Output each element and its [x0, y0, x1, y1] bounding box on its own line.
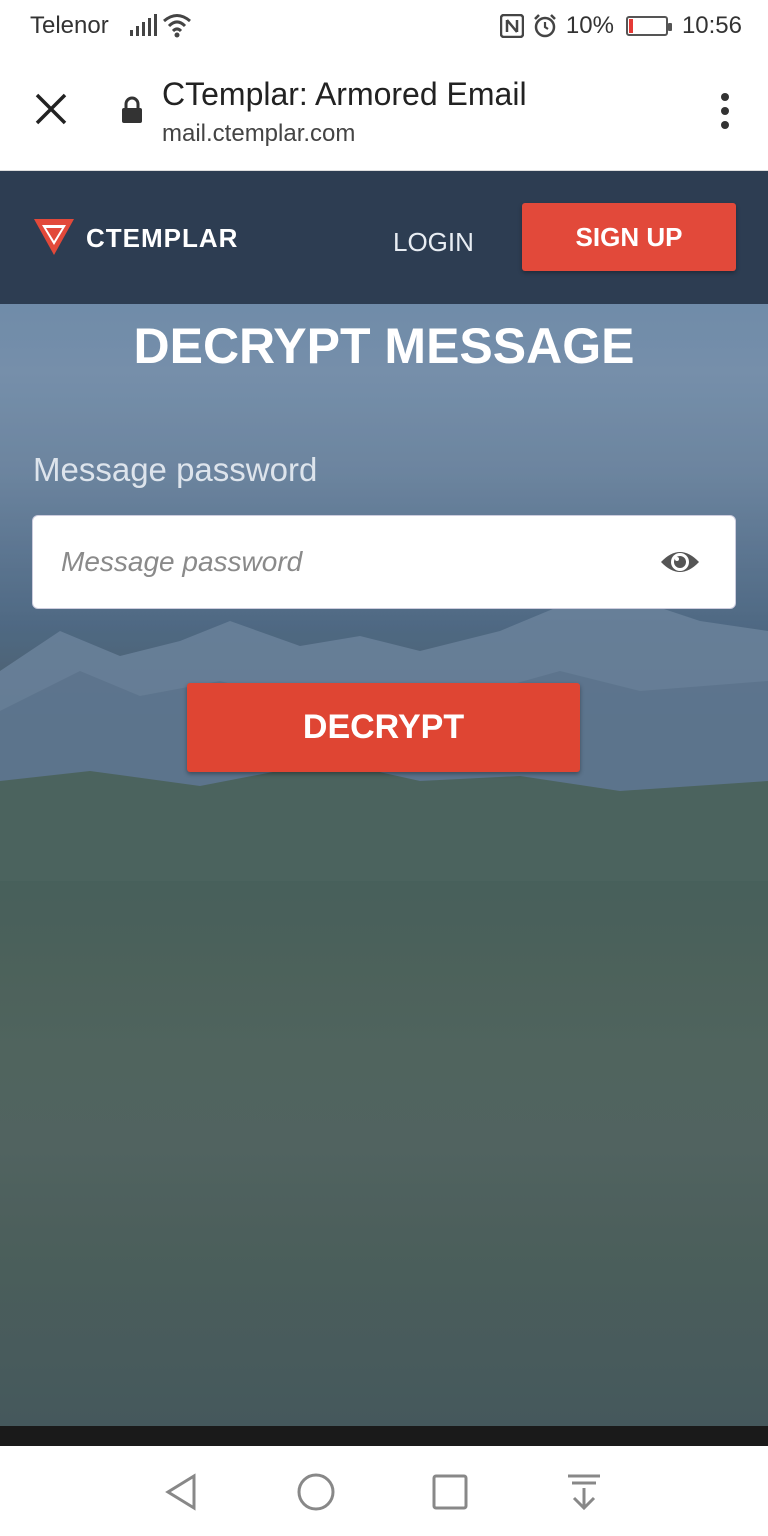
web-page: CTEMPLAR LOGIN SIGN UP DECRYPT MESSAGE M… — [0, 171, 768, 1426]
notification-pull-icon[interactable] — [562, 1470, 606, 1514]
ctemplar-logo-icon[interactable] — [32, 215, 76, 259]
more-vert-icon[interactable] — [720, 92, 730, 130]
browser-toolbar: CTemplar: Armored Email mail.ctemplar.co… — [0, 54, 768, 171]
home-icon[interactable] — [294, 1470, 338, 1514]
login-link[interactable]: LOGIN — [393, 227, 474, 258]
show-password-icon[interactable] — [659, 546, 701, 578]
brand-name[interactable]: CTEMPLAR — [86, 223, 238, 254]
recents-icon[interactable] — [428, 1470, 472, 1514]
password-input[interactable] — [33, 516, 643, 608]
decrypt-button[interactable]: DECRYPT — [187, 683, 580, 772]
signup-button[interactable]: SIGN UP — [522, 203, 736, 271]
password-field[interactable] — [32, 515, 736, 609]
page-heading: DECRYPT MESSAGE — [133, 318, 635, 374]
status-bar: Telenor 10% 10:56 — [0, 0, 768, 54]
alarm-icon — [534, 14, 556, 38]
url-text[interactable]: mail.ctemplar.com — [162, 120, 355, 148]
back-icon[interactable] — [160, 1470, 204, 1514]
system-nav-bar — [0, 1446, 768, 1536]
site-navbar: CTEMPLAR LOGIN SIGN UP — [0, 171, 768, 304]
close-icon[interactable] — [34, 92, 68, 126]
password-label: Message password — [33, 451, 318, 488]
page-title[interactable]: CTemplar: Armored Email — [162, 76, 527, 113]
clock: 10:56 — [681, 12, 742, 39]
battery-icon — [625, 16, 672, 36]
carrier-name: Telenor — [30, 12, 109, 39]
lock-icon[interactable] — [120, 96, 144, 124]
nfc-icon — [499, 14, 524, 38]
page-bottom-strip — [0, 1426, 768, 1446]
battery-percent: 10% — [565, 12, 614, 39]
signal-icon — [130, 14, 157, 36]
wifi-icon — [163, 14, 191, 38]
